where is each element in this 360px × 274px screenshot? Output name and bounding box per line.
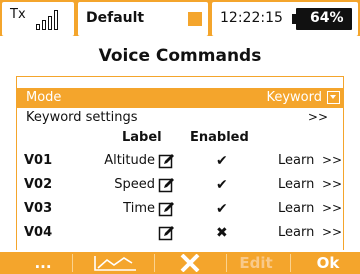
enabled-check-icon[interactable]: ✔ — [216, 153, 228, 169]
dropdown-icon — [327, 91, 340, 104]
mode-row[interactable]: Mode Keyword — [16, 88, 344, 108]
command-arrow[interactable]: >> — [322, 177, 342, 191]
transmitter-signal: Tx — [2, 2, 74, 36]
enabled-check-icon[interactable]: ✔ — [216, 177, 228, 193]
bottom-bar: ... Edit Ok — [0, 252, 360, 274]
edit-pencil-icon[interactable] — [158, 176, 176, 194]
command-row: V01 Altitude ✔ Learn >> — [16, 150, 344, 172]
divider — [290, 254, 291, 272]
edit-pencil-icon[interactable] — [158, 152, 176, 170]
command-row: V04 ✖ Learn >> — [16, 222, 344, 244]
model-profile[interactable]: Default — [78, 2, 208, 36]
command-arrow[interactable]: >> — [322, 153, 342, 167]
command-label: Altitude — [104, 153, 155, 168]
graph-button[interactable] — [82, 252, 148, 274]
graph-icon — [94, 256, 136, 271]
clock: 12:22:15 — [220, 10, 283, 26]
command-arrow[interactable]: >> — [322, 225, 342, 239]
keyword-settings-row[interactable]: Keyword settings >> — [16, 108, 344, 128]
command-row: V03 Time ✔ Learn >> — [16, 198, 344, 220]
column-enabled: Enabled — [190, 130, 249, 145]
ok-button[interactable]: Ok — [298, 252, 358, 274]
command-id: V04 — [24, 225, 53, 240]
battery-percent: 64% — [310, 10, 344, 26]
command-label: Time — [123, 201, 155, 216]
disabled-cross-icon[interactable]: ✖ — [216, 225, 228, 241]
signal-bars-icon — [36, 10, 64, 30]
column-label: Label — [122, 130, 162, 145]
learn-button[interactable]: Learn — [278, 177, 314, 192]
tx-label: Tx — [10, 7, 26, 22]
delete-button[interactable] — [160, 252, 220, 274]
divider — [154, 254, 155, 272]
divider — [226, 254, 227, 272]
mode-label: Mode — [26, 90, 62, 105]
command-id: V03 — [24, 201, 53, 216]
battery-icon: 64% — [292, 8, 352, 30]
profile-name: Default — [86, 10, 145, 26]
learn-button[interactable]: Learn — [278, 153, 314, 168]
learn-button[interactable]: Learn — [278, 225, 314, 240]
edit-pencil-icon[interactable] — [158, 224, 176, 242]
clock-battery: 12:22:15 64% — [212, 2, 358, 36]
command-arrow[interactable]: >> — [322, 201, 342, 215]
divider — [72, 254, 73, 272]
command-id: V01 — [24, 153, 53, 168]
delete-icon — [180, 253, 200, 273]
status-bar: Tx Default 12:22:15 64% — [0, 0, 360, 36]
enabled-check-icon[interactable]: ✔ — [216, 201, 228, 217]
page-title: Voice Commands — [98, 46, 262, 66]
edit-pencil-icon[interactable] — [158, 200, 176, 218]
command-row: V02 Speed ✔ Learn >> — [16, 174, 344, 196]
voice-commands-screen: Tx Default 12:22:15 64% Voice Commands M… — [0, 0, 360, 274]
command-label: Speed — [114, 177, 155, 192]
command-id: V02 — [24, 177, 53, 192]
title-divider — [16, 76, 344, 77]
mode-value: Keyword — [266, 90, 322, 105]
keyword-settings-label: Keyword settings — [26, 110, 138, 125]
profile-color-icon — [188, 12, 202, 26]
column-header: Label Enabled — [16, 128, 344, 148]
learn-button[interactable]: Learn — [278, 201, 314, 216]
keyword-settings-arrow[interactable]: >> — [308, 110, 328, 124]
edit-button[interactable]: Edit — [230, 252, 282, 274]
more-button[interactable]: ... — [20, 252, 66, 274]
